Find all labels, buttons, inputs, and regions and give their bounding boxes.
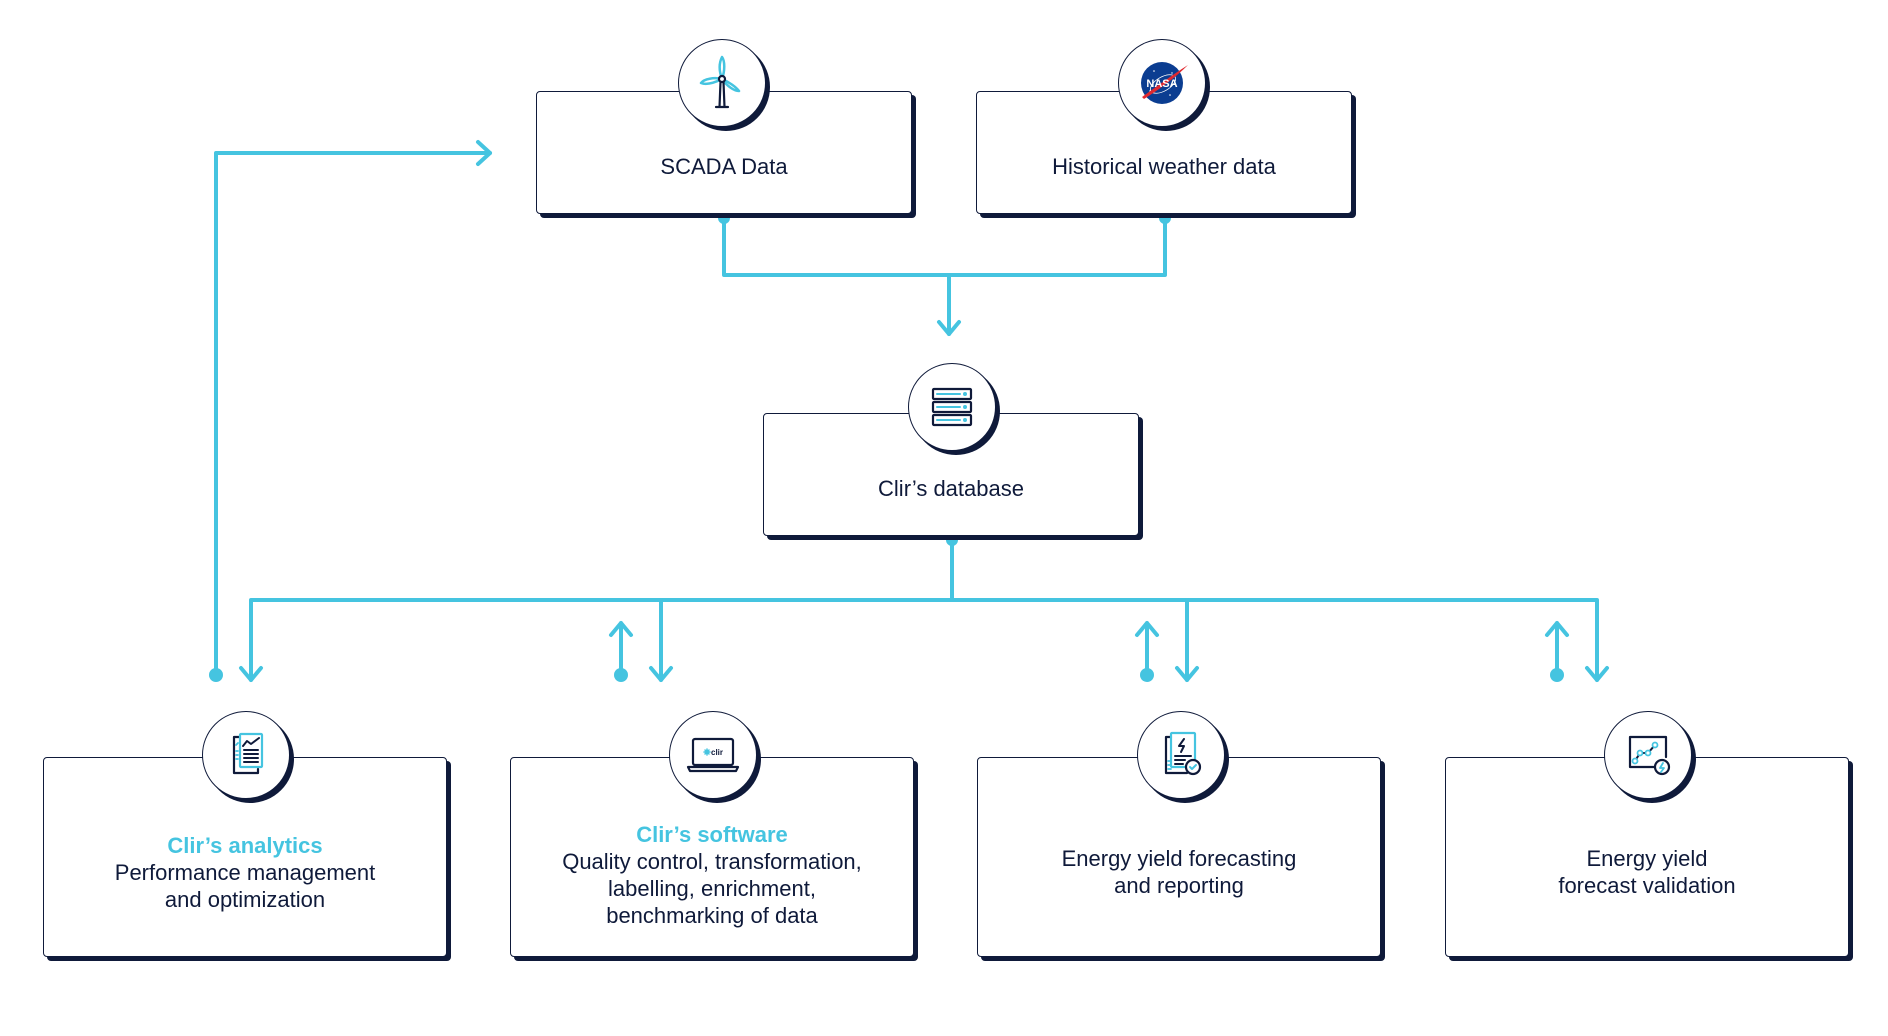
chart-validation-icon (1604, 711, 1692, 799)
port-validate-up (1550, 668, 1564, 682)
laptop-clir-icon: clir (669, 711, 757, 799)
branch-bar (249, 598, 1599, 682)
node-line: Energy yield (1586, 846, 1708, 871)
node-line: Energy yield forecasting (1061, 846, 1297, 871)
node-title: Clir’s analytics (167, 832, 323, 858)
edge-analytics-feedback (214, 151, 492, 677)
node-line: benchmarking of data (606, 903, 818, 928)
port-forecast-up (1140, 668, 1154, 682)
svg-text:NASA: NASA (1146, 78, 1177, 90)
edge-validate-up (1545, 621, 1569, 677)
node-line: Performance management (114, 859, 376, 885)
edge-forecast-up (1135, 621, 1159, 677)
node-title: Clir’s software (636, 822, 788, 847)
report-chart-icon (202, 711, 290, 799)
node-label: SCADA Data (660, 154, 788, 179)
energy-report-check-icon (1137, 711, 1225, 799)
node-line: forecast validation (1558, 873, 1736, 898)
edge-scada-to-merge (722, 214, 1167, 277)
node-line: and reporting (1114, 873, 1244, 898)
nasa-logo-icon: NASA (1118, 39, 1206, 127)
edge-software-up (609, 621, 633, 677)
node-label: Clir’s database (878, 476, 1024, 501)
node-line: labelling, enrichment, (608, 876, 816, 901)
wind-turbine-icon (678, 39, 766, 127)
server-stack-icon (908, 363, 996, 451)
laptop-brand-text: clir (711, 748, 723, 757)
node-line: and optimization (164, 886, 326, 912)
node-label: Historical weather data (1052, 154, 1276, 179)
node-line: Quality control, transformation, (562, 849, 862, 874)
port-analytics-feedback (209, 668, 223, 682)
port-software-up (614, 668, 628, 682)
